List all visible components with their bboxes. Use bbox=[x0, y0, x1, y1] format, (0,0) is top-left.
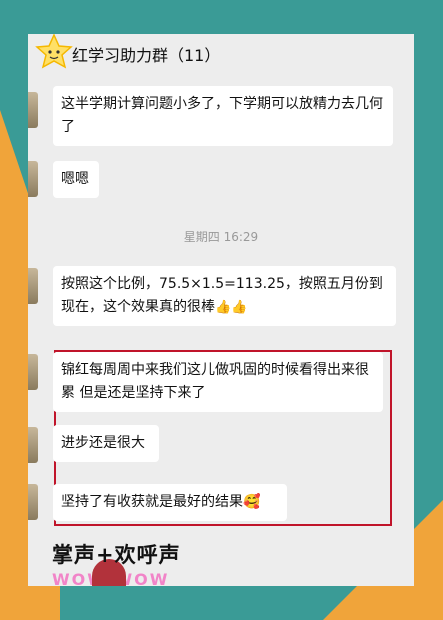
smiling-face-emoji: 🥰 bbox=[243, 494, 261, 510]
message-bubble: 锦红每周周中来我们这儿做巩固的时候看得出来很累 但是还是坚持下来了 bbox=[53, 352, 383, 412]
message-bubble: 嗯嗯 bbox=[53, 161, 99, 198]
star-sticker-icon bbox=[35, 34, 73, 69]
message-bubble: 这半学期计算问题小多了，下学期可以放精力去几何了 bbox=[53, 86, 393, 146]
message-text: 坚持了有收获就是最好的结果 bbox=[61, 494, 243, 510]
group-title: 红学习助力群（11） bbox=[72, 46, 221, 65]
avatar[interactable] bbox=[28, 161, 38, 197]
message-bubble: 按照这个比例，75.5×1.5=113.25，按照五月份到现在，这个效果真的很棒… bbox=[53, 266, 396, 326]
message-text: 嗯嗯 bbox=[61, 171, 89, 187]
avatar[interactable] bbox=[28, 92, 38, 128]
thumbs-up-emoji: 👍👍 bbox=[215, 300, 248, 315]
chat-timestamp: 星期四 16:29 bbox=[183, 230, 259, 244]
avatar[interactable] bbox=[28, 354, 38, 390]
chat-header: 红学习助力群（11） bbox=[28, 34, 414, 70]
message-text: 这半学期计算问题小多了，下学期可以放精力去几何了 bbox=[61, 96, 383, 135]
message-bubble: 进步还是很大 bbox=[53, 425, 159, 462]
message-text: 进步还是很大 bbox=[61, 435, 145, 451]
message-bubble: 坚持了有收获就是最好的结果🥰 bbox=[53, 484, 287, 521]
chat-screen: 红学习助力群（11） 这半学期计算问题小多了，下学期可以放精力去几何了 嗯嗯 星… bbox=[28, 34, 414, 586]
avatar[interactable] bbox=[28, 484, 38, 520]
avatar[interactable] bbox=[28, 268, 38, 304]
caption: 掌声+欢呼声 bbox=[52, 543, 181, 567]
message-text: 锦红每周周中来我们这儿做巩固的时候看得出来很累 但是还是坚持下来了 bbox=[61, 362, 369, 401]
avatar[interactable] bbox=[28, 427, 38, 463]
